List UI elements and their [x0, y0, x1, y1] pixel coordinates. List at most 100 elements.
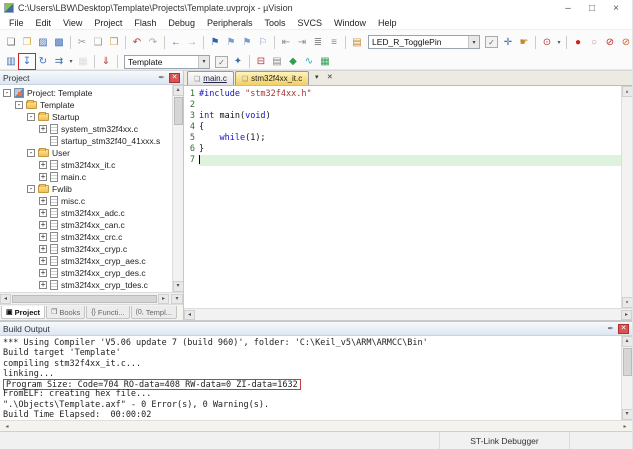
project-tree-hscrollbar[interactable]: ◂ ▸ ▾ [0, 292, 183, 304]
scroll-up-icon[interactable]: ▴ [622, 336, 633, 347]
scroll-right-icon[interactable]: ▸ [620, 423, 630, 430]
batch-build-icon[interactable]: ⇉ [51, 54, 67, 69]
paste-icon[interactable]: ❒ [106, 35, 122, 50]
menu-view[interactable]: View [57, 18, 88, 28]
build-icon[interactable]: ↧ [19, 54, 35, 69]
comment-icon[interactable]: ≣ [310, 35, 326, 50]
menu-debug[interactable]: Debug [162, 18, 201, 28]
expand-icon[interactable]: + [39, 245, 47, 253]
target-select[interactable]: Template▾ [124, 55, 210, 69]
undo-icon[interactable]: ↶ [129, 35, 145, 50]
tree-item-stm32f4xx-can-c[interactable]: +stm32f4xx_can.c [0, 219, 172, 231]
new-file-icon[interactable]: ❏ [3, 35, 19, 50]
expand-icon[interactable]: + [39, 281, 47, 289]
translate-icon[interactable]: ▥ [3, 54, 19, 69]
save-all-icon[interactable]: ▩ [51, 35, 67, 50]
panel-tab-books[interactable]: ❒Books [46, 306, 85, 319]
menu-project[interactable]: Project [88, 18, 128, 28]
panel-tab-templ[interactable]: (0,Templ... [131, 306, 177, 319]
scroll-up-icon[interactable]: ▴ [622, 86, 633, 97]
scroll-right-icon[interactable]: ▸ [621, 310, 632, 320]
find-in-files-icon[interactable]: ▤ [349, 35, 365, 50]
menu-svcs[interactable]: SVCS [292, 18, 329, 28]
menu-flash[interactable]: Flash [128, 18, 162, 28]
menu-tools[interactable]: Tools [258, 18, 291, 28]
menu-file[interactable]: File [3, 18, 30, 28]
tree-item-startup[interactable]: -Startup [0, 111, 172, 123]
chevron-down-icon[interactable]: ▾ [67, 58, 75, 65]
search-combo[interactable]: LED_R_TogglePin▾ [368, 35, 480, 49]
expand-icon[interactable]: + [39, 197, 47, 205]
manage-project-items-icon[interactable]: ⊟ [253, 54, 269, 69]
expand-icon[interactable]: + [39, 269, 47, 277]
redo-icon[interactable]: ↷ [145, 35, 161, 50]
file-extensions-icon[interactable]: ▤ [269, 54, 285, 69]
menu-help[interactable]: Help [372, 18, 403, 28]
rebuild-icon[interactable]: ↻ [35, 54, 51, 69]
scroll-left-icon[interactable]: ◂ [184, 310, 195, 320]
scroll-down-icon[interactable]: ▾ [622, 409, 633, 420]
stop-build-icon[interactable]: ▦ [75, 54, 91, 69]
scroll-down-icon[interactable]: ▾ [622, 297, 633, 308]
collapse-icon[interactable]: - [3, 89, 11, 97]
panel-tab-project[interactable]: ▣Project [1, 306, 45, 319]
collapse-icon[interactable]: - [27, 185, 35, 193]
indent-icon[interactable]: ⇥ [294, 35, 310, 50]
collapse-icon[interactable]: - [27, 149, 35, 157]
minimize-button[interactable]: – [556, 3, 580, 14]
copy-icon[interactable]: ❏ [90, 35, 106, 50]
tree-item-stm32f4xx-cryp-aes-c[interactable]: +stm32f4xx_cryp_aes.c [0, 255, 172, 267]
project-panel-close-icon[interactable]: ✕ [169, 73, 180, 83]
save-icon[interactable]: ▨ [35, 35, 51, 50]
scroll-down-icon[interactable]: ▾ [173, 281, 184, 292]
download-icon[interactable]: ⇓ [98, 54, 114, 69]
collapse-icon[interactable]: - [15, 101, 23, 109]
bottom-hscrollbar[interactable]: ◂ ▸ [0, 420, 632, 431]
find-dialog-icon[interactable]: ✛ [500, 35, 516, 50]
select-packs-icon[interactable]: ∿ [301, 54, 317, 69]
options-for-target-icon[interactable]: ✦ [230, 54, 246, 69]
tree-item-stm32f4xx-cryp-des-c[interactable]: +stm32f4xx_cryp_des.c [0, 267, 172, 279]
scroll-thumb[interactable] [174, 97, 183, 125]
clear-bookmarks-icon[interactable]: ⚐ [255, 35, 271, 50]
cut-icon[interactable]: ✂ [74, 35, 90, 50]
tree-item-project-template[interactable]: -Project: Template [0, 87, 172, 99]
collapse-icon[interactable]: - [27, 113, 35, 121]
manage-rte-icon[interactable]: ◆ [285, 54, 301, 69]
menu-edit[interactable]: Edit [30, 18, 58, 28]
expand-icon[interactable]: + [39, 173, 47, 181]
expand-icon[interactable]: + [39, 257, 47, 265]
insert-bookmark-icon[interactable]: ⚑ [207, 35, 223, 50]
scroll-corner-icon[interactable]: ▾ [171, 294, 183, 304]
scroll-thumb[interactable] [12, 295, 157, 303]
target-checkbox[interactable]: ✓ [215, 56, 228, 68]
chevron-down-icon[interactable]: ▾ [555, 39, 563, 46]
code-editor[interactable]: 1#include "stm32f4xx.h"23int main(void)4… [184, 86, 632, 308]
menu-peripherals[interactable]: Peripherals [201, 18, 259, 28]
tree-item-startup-stm32f40-41xxx-s[interactable]: -startup_stm32f40_41xxx.s [0, 135, 172, 147]
scroll-thumb[interactable] [623, 348, 632, 376]
menu-window[interactable]: Window [328, 18, 372, 28]
expand-icon[interactable]: + [39, 221, 47, 229]
incremental-find-icon[interactable]: ☛ [516, 35, 532, 50]
tree-item-fwlib[interactable]: -Fwlib [0, 183, 172, 195]
tree-item-stm32f4xx-crc-c[interactable]: +stm32f4xx_crc.c [0, 231, 172, 243]
next-bookmark-icon[interactable]: ⚑ [239, 35, 255, 50]
tree-item-misc-c[interactable]: +misc.c [0, 195, 172, 207]
project-tree-vscrollbar[interactable]: ▴ ▾ [172, 85, 183, 292]
tab-list-dropdown-icon[interactable]: ▾ [310, 72, 323, 83]
navigate-back-icon[interactable]: ← [168, 35, 184, 50]
editor-hscrollbar[interactable]: ◂ ▸ [184, 308, 632, 320]
editor-tab-stm32f4xx-it-c[interactable]: ❏stm32f4xx_it.c [235, 71, 309, 85]
enable-disable-breakpoint-icon[interactable]: ○ [586, 35, 602, 50]
scroll-left-icon[interactable]: ◂ [2, 423, 12, 430]
maximize-button[interactable]: □ [580, 3, 604, 14]
close-button[interactable]: × [604, 3, 628, 14]
chevron-down-icon[interactable]: ▾ [198, 56, 209, 68]
tree-item-stm32f4xx-cryp-c[interactable]: +stm32f4xx_cryp.c [0, 243, 172, 255]
tree-item-system-stm32f4xx-c[interactable]: +system_stm32f4xx.c [0, 123, 172, 135]
scroll-left-icon[interactable]: ◂ [0, 294, 11, 304]
search-options-checkbox[interactable]: ✓ [485, 36, 498, 48]
expand-icon[interactable]: + [39, 233, 47, 241]
tab-close-icon[interactable]: ✕ [323, 72, 336, 83]
